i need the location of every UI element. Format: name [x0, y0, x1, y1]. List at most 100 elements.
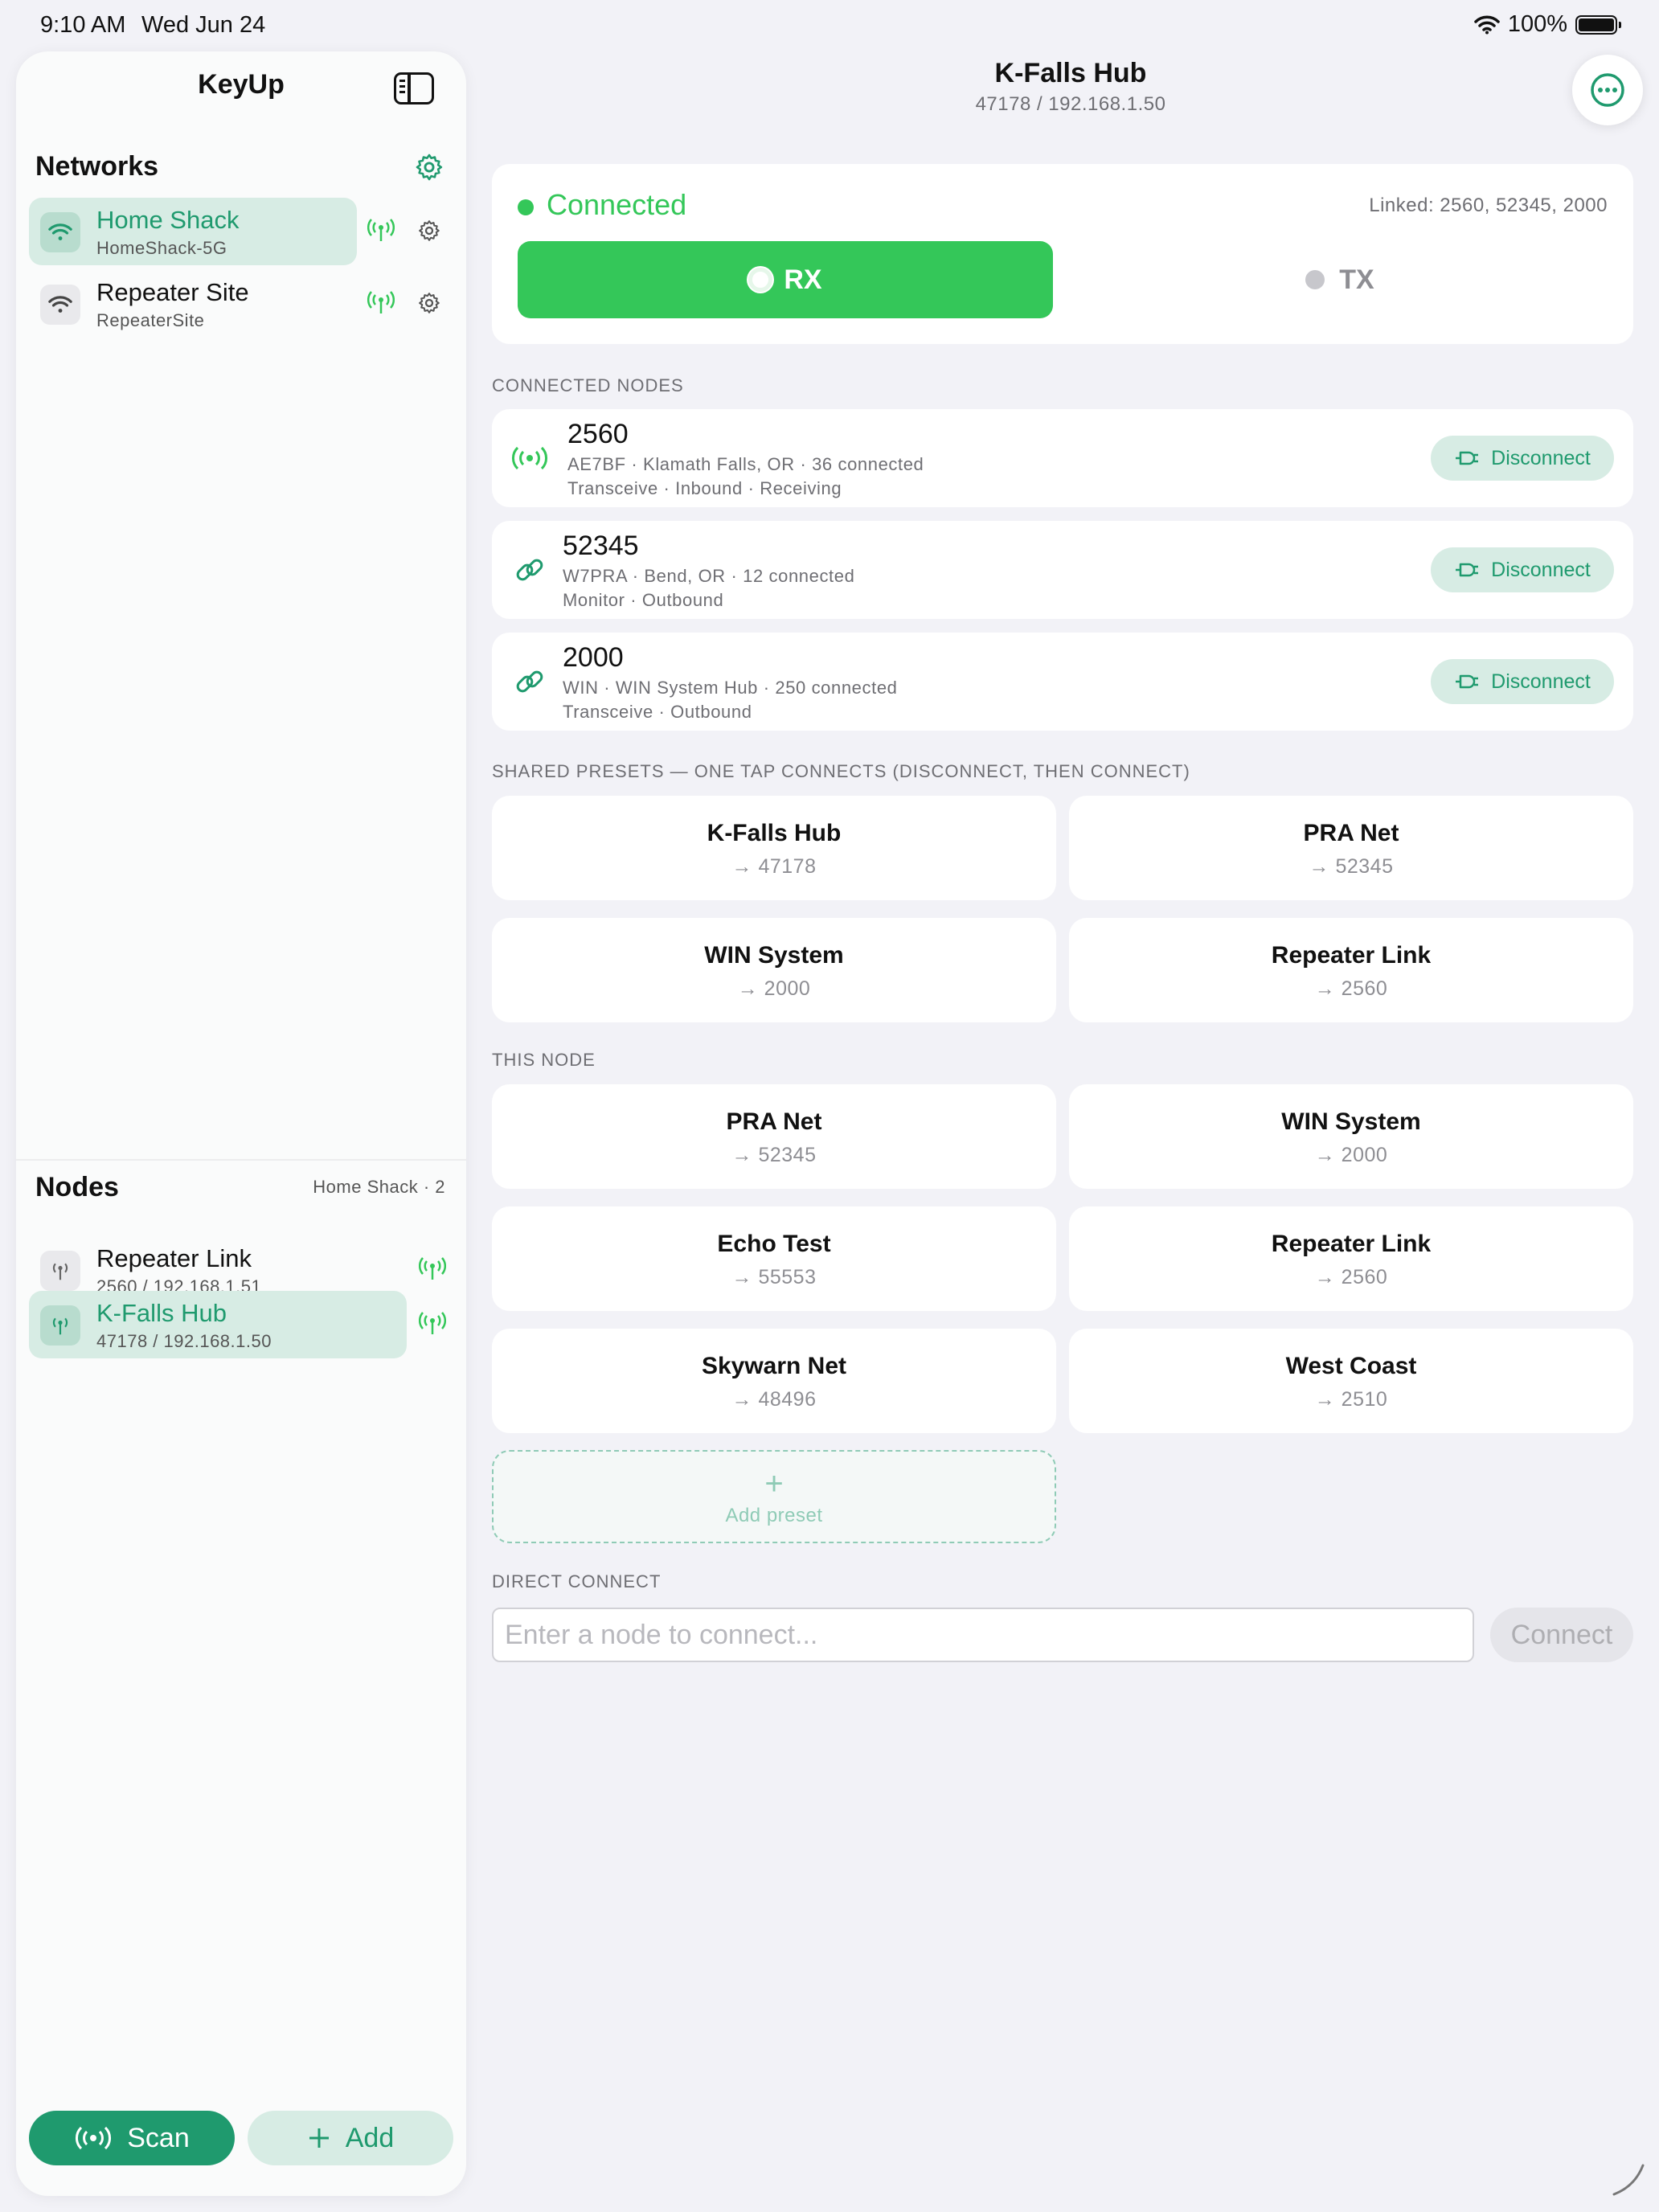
- preset-target: → 2510: [1314, 1388, 1388, 1411]
- network-row-home-shack[interactable]: Home Shack HomeShack-5G: [29, 198, 357, 265]
- more-options-button[interactable]: [1572, 55, 1643, 125]
- rx-indicator-icon: [748, 268, 773, 292]
- connected-node-card: 2560 AE7BF · Klamath Falls, OR · 36 conn…: [492, 409, 1633, 507]
- preset-target: → 47178: [731, 855, 817, 878]
- network-antenna-icon[interactable]: [365, 287, 397, 319]
- node-detail: 47178 / 192.168.1.50: [96, 1331, 272, 1351]
- preset-button[interactable]: K-Falls Hub → 47178: [492, 796, 1056, 900]
- preset-button[interactable]: Repeater Link → 2560: [1069, 1206, 1633, 1311]
- node-mode: Transceive · Outbound: [563, 702, 752, 722]
- plus-icon: +: [764, 1466, 784, 1501]
- preset-name: WIN System: [704, 942, 844, 969]
- tx-indicator-icon: [1305, 270, 1325, 289]
- node-name: K-Falls Hub: [96, 1299, 227, 1327]
- status-right: 100%: [1474, 11, 1621, 38]
- sidebar-toggle-icon[interactable]: [394, 72, 434, 104]
- preset-button[interactable]: Repeater Link → 2560: [1069, 918, 1633, 1022]
- network-antenna-icon[interactable]: [365, 215, 397, 247]
- disconnect-button[interactable]: Disconnect: [1431, 659, 1614, 704]
- preset-button[interactable]: PRA Net → 52345: [492, 1084, 1056, 1189]
- node-input[interactable]: [492, 1608, 1474, 1662]
- preset-button[interactable]: WIN System → 2000: [492, 918, 1056, 1022]
- pencil-stroke-icon: [1612, 2164, 1645, 2196]
- preset-target: → 48496: [731, 1388, 817, 1411]
- status-bar: 9:10 AM Wed Jun 24 100%: [0, 0, 1659, 51]
- scan-button[interactable]: Scan: [29, 2111, 235, 2165]
- preset-button[interactable]: PRA Net → 52345: [1069, 796, 1633, 900]
- plus-icon: [309, 2128, 329, 2148]
- network-name: Home Shack: [96, 206, 240, 234]
- connected-node-card: 2000 WIN · WIN System Hub · 250 connecte…: [492, 633, 1633, 731]
- node-mode: Transceive · Inbound · Receiving: [567, 478, 842, 498]
- node-number: 2000: [563, 642, 624, 673]
- preset-button[interactable]: WIN System → 2000: [1069, 1084, 1633, 1189]
- wifi-icon: [40, 212, 80, 252]
- page-title: K-Falls Hub: [994, 58, 1147, 88]
- network-settings-gear-icon[interactable]: [413, 287, 445, 319]
- tx-button[interactable]: TX: [1072, 241, 1608, 318]
- preset-button[interactable]: Skywarn Net → 48496: [492, 1329, 1056, 1433]
- broadcast-icon: [76, 2126, 112, 2150]
- preset-name: WIN System: [1281, 1108, 1421, 1135]
- connection-status-card: Connected Linked: 2560, 52345, 2000 RX T…: [492, 164, 1633, 344]
- node-antenna-icon[interactable]: [416, 1308, 449, 1340]
- preset-button[interactable]: West Coast → 2510: [1069, 1329, 1633, 1433]
- networks-settings-gear-icon[interactable]: [413, 151, 445, 183]
- preset-name: K-Falls Hub: [707, 820, 842, 846]
- disconnect-label: Disconnect: [1491, 558, 1591, 581]
- linked-nodes: Linked: 2560, 52345, 2000: [1369, 195, 1608, 216]
- node-mode: Monitor · Outbound: [563, 590, 724, 610]
- preset-button[interactable]: Echo Test → 55553: [492, 1206, 1056, 1311]
- disconnect-button[interactable]: Disconnect: [1431, 436, 1614, 481]
- nodes-heading: Nodes: [35, 1172, 119, 1202]
- link-icon: [510, 662, 550, 702]
- preset-target: → 2560: [1314, 1266, 1388, 1288]
- add-label: Add: [345, 2122, 395, 2153]
- rx-button[interactable]: RX: [518, 241, 1053, 318]
- sidebar-divider: [16, 1159, 466, 1161]
- node-name: Repeater Link: [96, 1244, 252, 1272]
- ellipsis-circle-icon: [1591, 73, 1624, 107]
- add-preset-label: Add preset: [725, 1505, 823, 1526]
- antenna-icon: [40, 1305, 80, 1346]
- node-antenna-icon[interactable]: [416, 1253, 449, 1285]
- sidebar: KeyUp Networks Home Shack HomeShack-5G R…: [16, 51, 466, 2196]
- network-settings-gear-icon[interactable]: [413, 215, 445, 247]
- preset-target: → 52345: [1309, 855, 1394, 878]
- link-icon: [510, 550, 550, 590]
- network-row-repeater-site[interactable]: Repeater Site RepeaterSite: [29, 270, 357, 338]
- disconnect-button[interactable]: Disconnect: [1431, 547, 1614, 592]
- status-time: 9:10 AM: [40, 12, 126, 38]
- connection-status: Connected: [547, 188, 687, 221]
- node-info: AE7BF · Klamath Falls, OR · 36 connected: [567, 454, 924, 474]
- plug-icon: [1456, 563, 1479, 577]
- node-info: W7PRA · Bend, OR · 12 connected: [563, 566, 855, 586]
- battery-icon: [1575, 14, 1621, 35]
- disconnect-label: Disconnect: [1491, 670, 1591, 693]
- connect-button[interactable]: Connect: [1490, 1608, 1633, 1662]
- page-subtitle: 47178 / 192.168.1.50: [975, 93, 1166, 115]
- broadcast-icon: [510, 438, 550, 478]
- preset-name: PRA Net: [1303, 820, 1399, 846]
- scan-label: Scan: [127, 2122, 190, 2153]
- network-ssid: HomeShack-5G: [96, 238, 227, 258]
- plug-icon: [1456, 451, 1479, 465]
- node-number: 52345: [563, 530, 639, 561]
- preset-name: Repeater Link: [1271, 1231, 1432, 1257]
- preset-target: → 2000: [737, 977, 811, 1000]
- preset-target: → 2560: [1314, 977, 1388, 1000]
- preset-name: West Coast: [1285, 1353, 1417, 1379]
- rx-label: RX: [784, 264, 822, 295]
- preset-target: → 2000: [1314, 1144, 1388, 1166]
- antenna-icon: [40, 1251, 80, 1291]
- connected-nodes-caption: CONNECTED NODES: [492, 375, 684, 395]
- status-date: Wed Jun 24: [141, 12, 266, 38]
- direct-connect-caption: DIRECT CONNECT: [492, 1571, 662, 1591]
- this-node-caption: THIS NODE: [492, 1050, 596, 1070]
- plug-icon: [1456, 674, 1479, 689]
- add-button[interactable]: Add: [248, 2111, 453, 2165]
- add-preset-button[interactable]: + Add preset: [492, 1450, 1056, 1543]
- node-number: 2560: [567, 419, 629, 449]
- connected-dot: [518, 199, 534, 215]
- node-row-k-falls-hub[interactable]: K-Falls Hub 47178 / 192.168.1.50: [29, 1291, 407, 1358]
